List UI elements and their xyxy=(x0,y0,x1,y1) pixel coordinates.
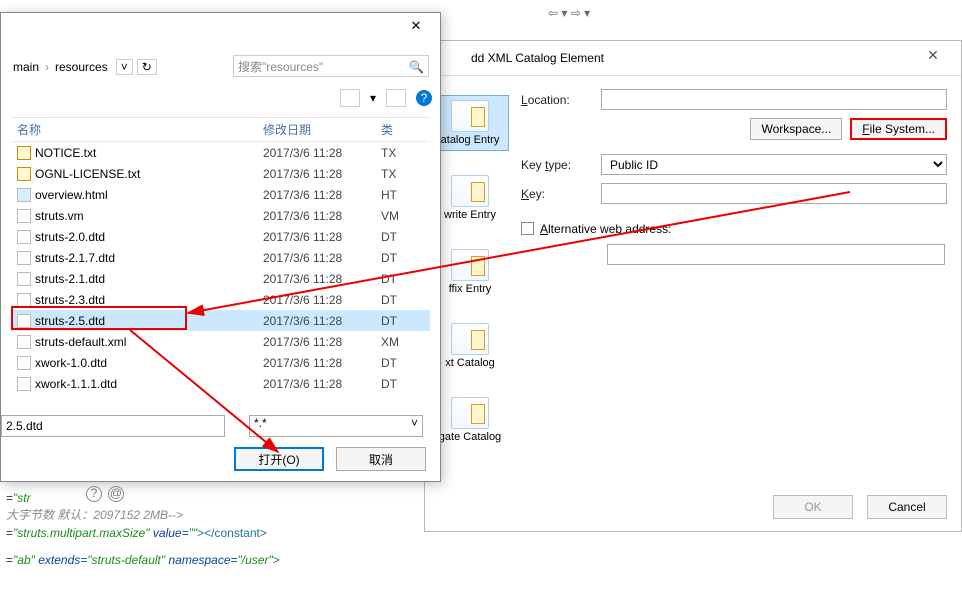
suffix-entry-icon xyxy=(451,249,489,281)
col-type[interactable]: 类 xyxy=(381,121,417,138)
table-row[interactable]: overview.html2017/3/6 11:28HT xyxy=(11,184,430,205)
view-mode-icon[interactable] xyxy=(340,89,360,107)
table-row[interactable]: OGNL-LICENSE.txt2017/3/6 11:28TX xyxy=(11,163,430,184)
file-icon xyxy=(17,230,31,244)
filename-input[interactable] xyxy=(1,415,225,437)
key-input[interactable] xyxy=(601,183,947,204)
catalog-entry-icon xyxy=(451,100,489,132)
file-icon xyxy=(17,272,31,286)
filetype-select[interactable]: *.*˅ xyxy=(249,415,423,437)
nav-back-forward[interactable]: ⇦ ▾ ⇨ ▾ xyxy=(548,6,598,20)
file-icon xyxy=(17,146,31,160)
table-row[interactable]: xwork-1.1.1.dtd2017/3/6 11:28DT xyxy=(11,373,430,394)
dialog-title: dd XML Catalog Element xyxy=(471,51,604,65)
catalog-type-list: atalog Entry write Entry ffix Entry xt C… xyxy=(431,89,509,471)
file-icon xyxy=(17,377,31,391)
table-row[interactable]: struts-2.0.dtd2017/3/6 11:28DT xyxy=(11,226,430,247)
file-icon xyxy=(17,335,31,349)
close-icon[interactable]: ✕ xyxy=(396,15,436,37)
file-icon xyxy=(17,251,31,265)
alt-web-label: Alternative web address: xyxy=(540,222,671,236)
table-row[interactable]: struts-default.xml2017/3/6 11:28XM xyxy=(11,331,430,352)
search-icon: 🔍 xyxy=(409,56,424,78)
location-label: LLocation:ocation: xyxy=(521,93,601,107)
preview-pane-icon[interactable] xyxy=(386,89,406,107)
col-name[interactable]: 名称 xyxy=(11,121,263,138)
catalog-entry-item[interactable]: atalog Entry xyxy=(431,95,509,151)
close-icon[interactable]: ✕ xyxy=(911,43,955,67)
file-open-dialog: ✕ main› resources ˅ ↻ 搜索"resources"🔍 ▾ ?… xyxy=(0,12,441,482)
next-catalog-item[interactable]: xt Catalog xyxy=(431,319,509,373)
table-row[interactable]: xwork-1.0.dtd2017/3/6 11:28DT xyxy=(11,352,430,373)
chevron-down-icon[interactable]: ˅ xyxy=(116,59,133,75)
key-label: Key: xyxy=(521,187,601,201)
breadcrumb[interactable]: main› resources ˅ ↻ xyxy=(9,55,157,79)
delegate-catalog-item[interactable]: gate Catalog xyxy=(431,393,509,447)
cancel-button[interactable]: 取消 xyxy=(336,447,426,471)
file-system-button[interactable]: File System... xyxy=(850,118,947,140)
code-editor[interactable]: ="str 大字节数 默认：2097152 2MB--> ="struts.mu… xyxy=(0,486,962,574)
table-row[interactable]: struts-2.1.7.dtd2017/3/6 11:28DT xyxy=(11,247,430,268)
table-row[interactable]: NOTICE.txt2017/3/6 11:28TX xyxy=(11,142,430,163)
next-catalog-icon xyxy=(451,323,489,355)
col-date[interactable]: 修改日期 xyxy=(263,121,381,138)
table-row[interactable]: struts-2.1.dtd2017/3/6 11:28DT xyxy=(11,268,430,289)
file-icon xyxy=(17,188,31,202)
alt-web-checkbox[interactable] xyxy=(521,222,534,235)
workspace-button[interactable]: Workspace... xyxy=(750,118,842,140)
refresh-icon[interactable]: ↻ xyxy=(137,59,157,75)
suffix-entry-item[interactable]: ffix Entry xyxy=(431,245,509,299)
open-button[interactable]: 打开(O) xyxy=(234,447,324,471)
file-icon xyxy=(17,209,31,223)
rewrite-entry-item[interactable]: write Entry xyxy=(431,171,509,225)
table-row[interactable]: struts.vm2017/3/6 11:28VM xyxy=(11,205,430,226)
file-icon xyxy=(17,167,31,181)
delegate-catalog-icon xyxy=(451,397,489,429)
keytype-select[interactable]: Public ID xyxy=(601,154,947,175)
search-input[interactable]: 搜索"resources"🔍 xyxy=(233,55,429,77)
file-icon xyxy=(17,356,31,370)
help-icon[interactable]: ? xyxy=(416,90,432,106)
highlight-box xyxy=(11,306,187,330)
file-icon xyxy=(17,293,31,307)
rewrite-entry-icon xyxy=(451,175,489,207)
location-input[interactable] xyxy=(601,89,947,110)
xml-catalog-dialog: dd XML Catalog Element ✕ atalog Entry wr… xyxy=(424,40,962,532)
alt-web-input[interactable] xyxy=(607,244,945,265)
chevron-down-icon[interactable]: ▾ xyxy=(370,91,376,105)
file-list: 名称 修改日期 类 NOTICE.txt2017/3/6 11:28TXOGNL… xyxy=(11,117,430,397)
keytype-label: Key type: xyxy=(521,158,601,172)
